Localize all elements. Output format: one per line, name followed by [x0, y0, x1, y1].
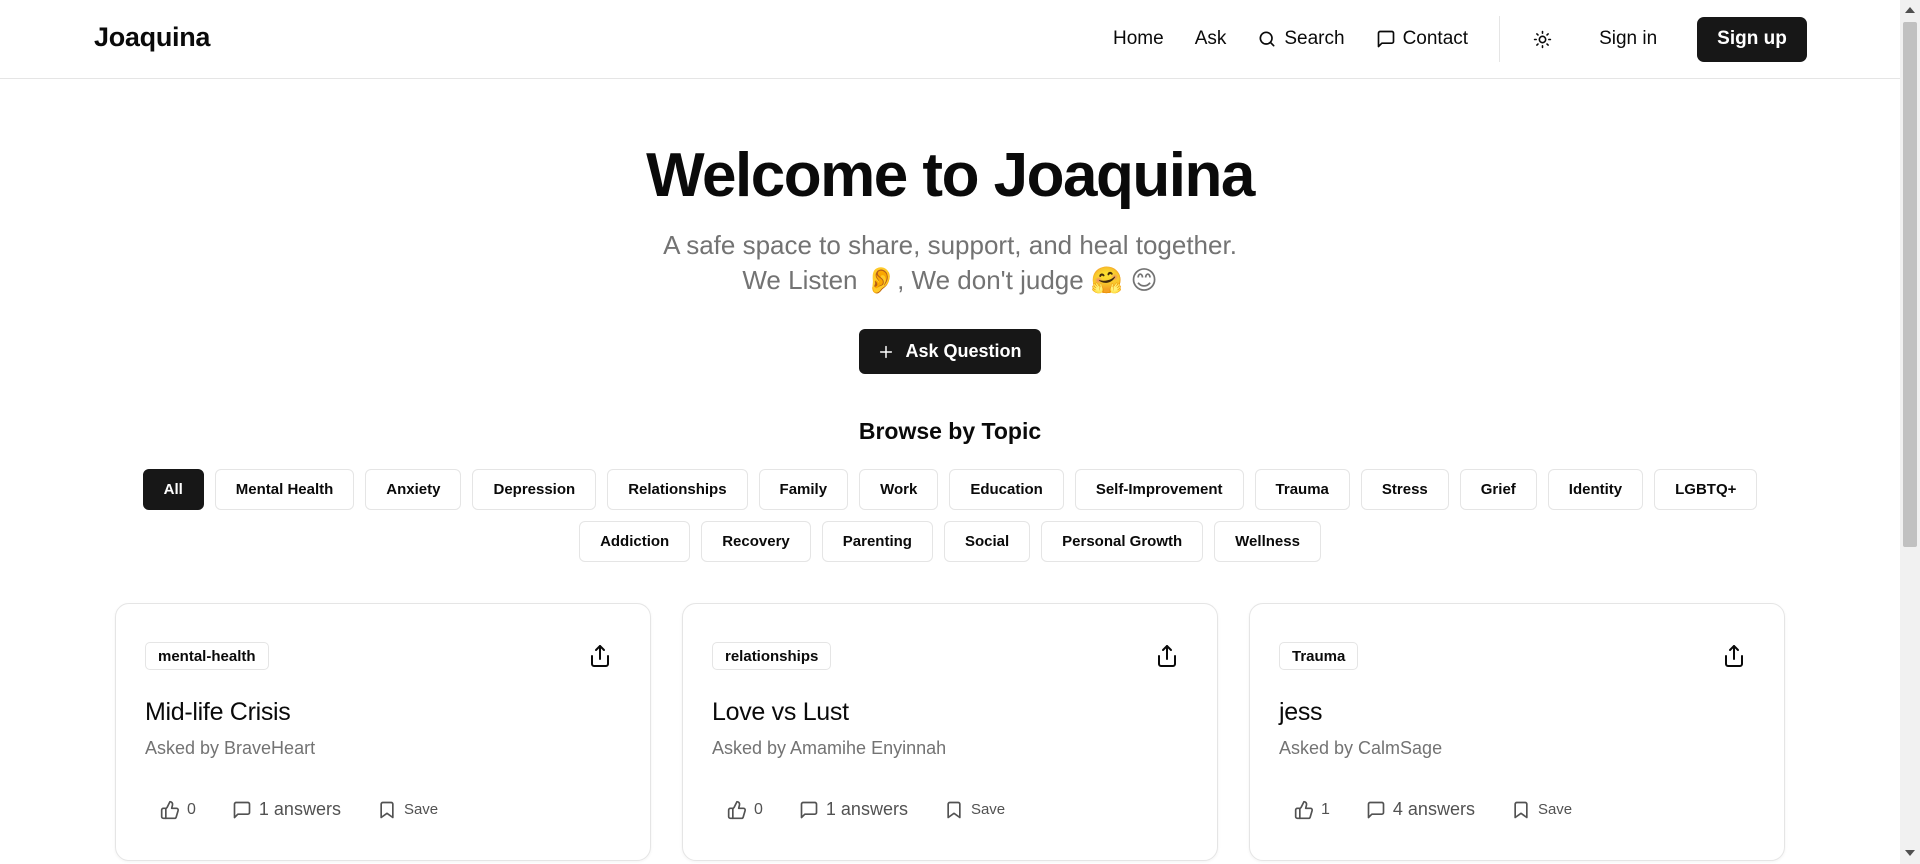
bookmark-icon	[947, 801, 961, 818]
question-author: Asked by BraveHeart	[145, 738, 316, 758]
share-icon[interactable]	[1722, 644, 1746, 668]
topic-chip[interactable]: Relationships	[607, 469, 748, 510]
search-icon	[1259, 31, 1275, 47]
topic-chip[interactable]: Education	[949, 469, 1064, 510]
main-nav: Home Ask Search Contact Sign in Sign up	[1100, 0, 1900, 78]
topic-chip[interactable]: Family	[758, 469, 849, 510]
message-square-icon	[1377, 30, 1394, 48]
topic-chip[interactable]: Anxiety	[365, 469, 462, 510]
topic-chip[interactable]: Identity	[1547, 469, 1644, 510]
answers-link[interactable]: 1 answers	[232, 799, 341, 820]
topic-chip[interactable]: Grief	[1459, 469, 1537, 510]
answers-count: 1 answers	[258, 799, 341, 819]
question-tag[interactable]: Trauma	[1279, 642, 1359, 670]
question-title[interactable]: Mid-life Crisis	[145, 698, 291, 727]
bookmark-icon	[1514, 801, 1528, 818]
message-square-icon	[800, 801, 818, 818]
question-tag[interactable]: mental-health	[145, 642, 269, 670]
answers-link[interactable]: 4 answers	[1366, 799, 1475, 820]
thumbs-up-icon	[160, 800, 179, 819]
sign-up-button[interactable]: Sign up	[1697, 16, 1807, 62]
question-card[interactable]: Trauma jess Asked by CalmSage 1 4 answer…	[1249, 603, 1785, 861]
site-header: Joaquina Home Ask Search Contact Sign in…	[0, 0, 1900, 79]
topic-chip[interactable]: LGBTQ+	[1654, 469, 1758, 510]
scroll-thumb[interactable]	[1903, 22, 1917, 547]
theme-toggle-button[interactable]	[1525, 22, 1559, 56]
ask-question-button[interactable]: Ask Question	[859, 329, 1041, 374]
ask-question-label: Ask Question	[905, 341, 1022, 361]
topic-chips-row-2: Addiction Recovery Parenting Social Personal…	[0, 521, 1900, 562]
question-title[interactable]: Love vs Lust	[712, 698, 849, 727]
nav-divider	[1499, 16, 1501, 62]
like-button[interactable]: 0	[727, 800, 763, 820]
like-button[interactable]: 0	[160, 800, 196, 820]
answers-count: 4 answers	[1392, 799, 1475, 819]
nav-contact-label: Contact	[1402, 28, 1469, 49]
thumbs-up-icon	[1294, 800, 1313, 819]
plus-icon	[880, 345, 893, 358]
topic-chip[interactable]: Wellness	[1214, 521, 1321, 562]
scroll-up-arrow[interactable]	[1905, 7, 1915, 13]
nav-search[interactable]: Search	[1257, 28, 1345, 50]
answers-link[interactable]: 1 answers	[799, 799, 908, 820]
topic-chip[interactable]: Self-Improvement	[1074, 469, 1244, 510]
nav-search-label: Search	[1284, 28, 1345, 49]
question-card[interactable]: relationships Love vs Lust Asked by Amam…	[682, 603, 1218, 861]
question-actions: 0 1 answers Save	[160, 799, 438, 820]
message-square-icon	[1367, 801, 1385, 818]
nav-contact[interactable]: Contact	[1376, 28, 1468, 50]
share-icon[interactable]	[588, 644, 612, 668]
topic-chip[interactable]: Personal Growth	[1041, 521, 1204, 562]
thumbs-up-icon	[727, 800, 746, 819]
question-author: Asked by Amamihe Enyinnah	[712, 738, 947, 758]
question-author: Asked by CalmSage	[1279, 738, 1443, 758]
topic-chip[interactable]: Social	[943, 521, 1031, 562]
hero-subtitle-line1: A safe space to share, support, and heal…	[663, 230, 1237, 260]
browse-topic-heading: Browse by Topic	[858, 418, 1042, 444]
nav-home[interactable]: Home	[1113, 28, 1164, 50]
sign-in-link[interactable]: Sign in	[1599, 28, 1657, 50]
topic-chip[interactable]: All	[142, 469, 204, 510]
save-label: Save	[403, 801, 439, 818]
like-button[interactable]: 1	[1294, 800, 1330, 820]
topic-chip[interactable]: Stress	[1360, 469, 1449, 510]
question-actions: 1 4 answers Save	[1294, 799, 1572, 820]
save-button[interactable]: Save	[377, 800, 438, 820]
hero-subtitle-line2: We Listen 👂, We don't judge 🤗 😊	[742, 265, 1158, 295]
topic-chip[interactable]: Trauma	[1254, 469, 1350, 510]
question-actions: 0 1 answers Save	[727, 799, 1005, 820]
topic-chip[interactable]: Addiction	[579, 521, 691, 562]
save-button[interactable]: Save	[1511, 800, 1572, 820]
topic-chips-row-1: All Mental Health Anxiety Depression Relatio…	[0, 469, 1900, 510]
topic-chip[interactable]: Recovery	[701, 521, 811, 562]
question-tag[interactable]: relationships	[712, 642, 832, 670]
save-label: Save	[970, 801, 1006, 818]
share-icon[interactable]	[1155, 644, 1179, 668]
message-square-icon	[233, 801, 251, 818]
scroll-down-arrow[interactable]	[1905, 850, 1915, 856]
topic-chip[interactable]: Depression	[472, 469, 597, 510]
save-button[interactable]: Save	[944, 800, 1005, 820]
save-label: Save	[1537, 801, 1573, 818]
bookmark-icon	[380, 801, 394, 818]
question-card[interactable]: mental-health Mid-life Crisis Asked by B…	[115, 603, 651, 861]
answers-count: 1 answers	[825, 799, 908, 819]
like-count: 0	[187, 800, 196, 818]
topic-chip[interactable]: Work	[859, 469, 939, 510]
topic-chip[interactable]: Mental Health	[214, 469, 355, 510]
like-count: 1	[1321, 800, 1330, 818]
question-title[interactable]: jess	[1279, 698, 1323, 727]
nav-ask[interactable]: Ask	[1195, 28, 1227, 50]
sun-icon	[1533, 30, 1551, 48]
page-title: Welcome to Joaquina	[646, 141, 1255, 210]
brand-logo[interactable]: Joaquina	[94, 22, 210, 53]
topic-chip[interactable]: Parenting	[821, 521, 933, 562]
page-scrollbar[interactable]	[1900, 0, 1920, 864]
like-count: 0	[754, 800, 763, 818]
